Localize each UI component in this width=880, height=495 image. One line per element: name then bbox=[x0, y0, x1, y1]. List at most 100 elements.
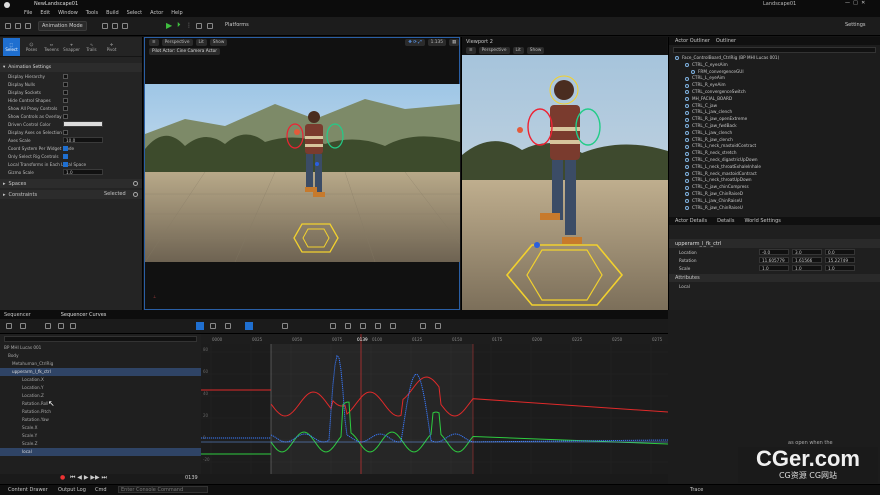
viewport-1[interactable]: ≡ Perspective Lit Show ✥ ⟳ ⤢ 1.135 ▦ Pil… bbox=[144, 37, 460, 310]
blueprint-icon[interactable] bbox=[25, 23, 31, 29]
curve-tree-item[interactable]: Scale.X bbox=[0, 424, 201, 432]
menu-select[interactable]: Select bbox=[127, 10, 142, 16]
curve-search-input[interactable] bbox=[4, 336, 197, 342]
viewport-2-show-button[interactable]: Show bbox=[526, 47, 545, 54]
location-z[interactable]: 0.0 bbox=[825, 249, 855, 255]
outliner-item[interactable]: CTRL_R_jaw_ChinRaiseU bbox=[675, 205, 880, 212]
property-checkbox[interactable] bbox=[63, 161, 68, 167]
menu-edit[interactable]: Edit bbox=[40, 10, 50, 16]
select-tool-icon[interactable] bbox=[196, 322, 204, 330]
play-icon[interactable]: ▶ bbox=[166, 21, 172, 30]
skip-icon[interactable] bbox=[196, 23, 202, 29]
rotation-x[interactable]: 11.605779 bbox=[759, 257, 789, 263]
outliner-item[interactable]: CTRL_C_jaw_chinCompress bbox=[675, 184, 880, 191]
viewport-2-tab[interactable]: Viewport 2 bbox=[466, 39, 493, 45]
curve-tree-item[interactable]: Scale.Z bbox=[0, 440, 201, 448]
tangent-icon[interactable] bbox=[282, 323, 288, 329]
outliner-item[interactable]: CTRL_C_neck_digastricUpDown bbox=[675, 157, 880, 164]
mode-dropdown[interactable]: Animation Mode bbox=[38, 21, 87, 31]
curve-tree-item[interactable]: local bbox=[0, 448, 201, 456]
stop-icon[interactable] bbox=[207, 23, 213, 29]
more-options-icon[interactable]: ⋮ bbox=[186, 21, 192, 30]
outliner-item[interactable]: CTRL_R_neck_mastoidContract bbox=[675, 171, 880, 178]
console-input[interactable]: Enter Console Command bbox=[118, 486, 208, 493]
mode-tab-tweens[interactable]: ⇔ Tweens bbox=[43, 38, 60, 56]
menu-file[interactable]: File bbox=[24, 10, 32, 16]
property-checkbox[interactable] bbox=[63, 153, 68, 159]
outliner-item[interactable]: FRM_convergenceGUI bbox=[675, 69, 880, 76]
mode-tab-trails[interactable]: ∿ Trails bbox=[83, 38, 100, 56]
outliner-item[interactable]: CTRL_R_jaw_openExtreme bbox=[675, 116, 880, 123]
pilot-actor-label[interactable]: Pilot Actor: Cine Camera Actor bbox=[149, 47, 221, 55]
menu-actor[interactable]: Actor bbox=[150, 10, 163, 16]
add-space-icon[interactable] bbox=[133, 181, 138, 186]
show-button[interactable]: Show bbox=[209, 39, 228, 46]
property-checkbox[interactable] bbox=[63, 73, 68, 79]
outliner-item[interactable]: CTRL_L_eyeAim bbox=[675, 75, 880, 82]
window-controls[interactable]: — □ ✕ bbox=[845, 0, 865, 6]
transform-tool-icon[interactable] bbox=[210, 323, 216, 329]
curve-tree-item[interactable]: Rotation.Roll bbox=[0, 400, 201, 408]
outliner-item[interactable]: CTRL_L_jaw_clench bbox=[675, 109, 880, 116]
rotation-y[interactable]: 1.61566 bbox=[792, 257, 822, 263]
curve-graph[interactable]: 0000 0025 0050 0075 0100 0125 0150 0175 0200 0225… bbox=[201, 334, 669, 474]
outliner-item[interactable]: CTRL_R_jaw_clench bbox=[675, 137, 880, 144]
record-icon[interactable]: ● bbox=[60, 474, 65, 481]
property-checkbox[interactable] bbox=[63, 81, 68, 87]
property-checkbox[interactable] bbox=[63, 129, 68, 135]
outliner-item[interactable]: CTRL_L_neck_throatExhaleInhale bbox=[675, 164, 880, 171]
curve-tree-item[interactable]: Rotation.Pitch bbox=[0, 408, 201, 416]
menu-build[interactable]: Build bbox=[106, 10, 119, 16]
play-options-icon[interactable]: ⏵ bbox=[177, 21, 181, 30]
curve-tree-item[interactable]: Metahuman_CtrlRig bbox=[0, 360, 201, 368]
outliner-item[interactable]: CTRL_L_jaw_ChinRaiseU bbox=[675, 198, 880, 205]
viewport-2[interactable]: Viewport 2 ≡ Perspective Lit Show bbox=[461, 37, 668, 310]
tab-actor-details[interactable]: Actor Details bbox=[675, 218, 707, 224]
outliner-search-input[interactable] bbox=[673, 47, 876, 53]
curve-options-icon[interactable] bbox=[20, 323, 26, 329]
filter-curves-icon[interactable] bbox=[420, 323, 426, 329]
normalize-icon[interactable] bbox=[435, 323, 441, 329]
curve-tree-item[interactable]: Location.Z bbox=[0, 392, 201, 400]
tab-world-settings[interactable]: World Settings bbox=[744, 218, 780, 224]
outliner-item[interactable]: CTRL_convergenceSwitch bbox=[675, 89, 880, 96]
add-constraint-icon[interactable] bbox=[133, 192, 138, 197]
constraints-header[interactable]: ▸ Constraints Selected bbox=[0, 190, 142, 199]
scale-y[interactable]: 1.0 bbox=[792, 265, 822, 271]
property-checkbox[interactable] bbox=[63, 89, 68, 95]
save-sequence-icon[interactable] bbox=[6, 323, 12, 329]
location-x[interactable]: -0.0 bbox=[759, 249, 789, 255]
snap-icon[interactable] bbox=[245, 322, 253, 330]
curve-tree-item[interactable]: upperarm_l_fk_ctrl bbox=[0, 368, 201, 376]
content-icon[interactable] bbox=[15, 23, 21, 29]
tangent-step-icon[interactable] bbox=[375, 323, 381, 329]
property-checkbox[interactable] bbox=[63, 105, 68, 111]
save-icon[interactable] bbox=[5, 23, 11, 29]
curve-tree-item[interactable]: Location.X bbox=[0, 376, 201, 384]
attributes-header[interactable]: Attributes bbox=[669, 274, 880, 282]
curve-tree-item[interactable]: Rotation.Yaw bbox=[0, 416, 201, 424]
outliner-item[interactable]: CTRL_L_neck_throatUpDown bbox=[675, 177, 880, 184]
mode-tab-select[interactable]: ⬚ Select bbox=[3, 37, 20, 56]
tab-sequencer-curves[interactable]: Sequencer Curves bbox=[61, 312, 107, 318]
add-icon[interactable] bbox=[102, 23, 108, 29]
outliner-item[interactable]: MH_FACIAL_BOARD bbox=[675, 96, 880, 103]
cinematics-icon[interactable] bbox=[112, 23, 118, 29]
tab-outliner[interactable]: Outliner bbox=[716, 38, 736, 44]
key-icon[interactable] bbox=[45, 323, 51, 329]
scale-x[interactable]: 1.0 bbox=[759, 265, 789, 271]
output-log-button[interactable]: Output Log bbox=[58, 487, 86, 493]
blueprints-icon[interactable] bbox=[122, 23, 128, 29]
animation-settings-header[interactable]: ▾ Animation Settings bbox=[0, 63, 142, 72]
curve-tree-item[interactable]: Scale.Y bbox=[0, 432, 201, 440]
outliner-item[interactable]: CTRL_C_jaw_fwdBack bbox=[675, 123, 880, 130]
menu-help[interactable]: Help bbox=[171, 10, 182, 16]
trace-button[interactable]: Trace bbox=[690, 487, 703, 493]
outliner-item[interactable]: CTRL_R_eyeAim bbox=[675, 82, 880, 89]
platforms-button[interactable]: Platforms bbox=[225, 22, 249, 28]
transport-controls[interactable]: ⏮ ◀ ▶ ▶▶ ⏭ bbox=[70, 474, 107, 482]
curve-tree-item[interactable]: BP MHI Lucas 001 bbox=[0, 344, 201, 352]
outliner-item[interactable]: Face_ControlBoard_CtrlRig (BP MHI Lucas … bbox=[675, 55, 880, 62]
property-value-field[interactable]: 10.0 bbox=[63, 137, 103, 143]
outliner-item[interactable]: CTRL_L_jaw_clench bbox=[675, 130, 880, 137]
